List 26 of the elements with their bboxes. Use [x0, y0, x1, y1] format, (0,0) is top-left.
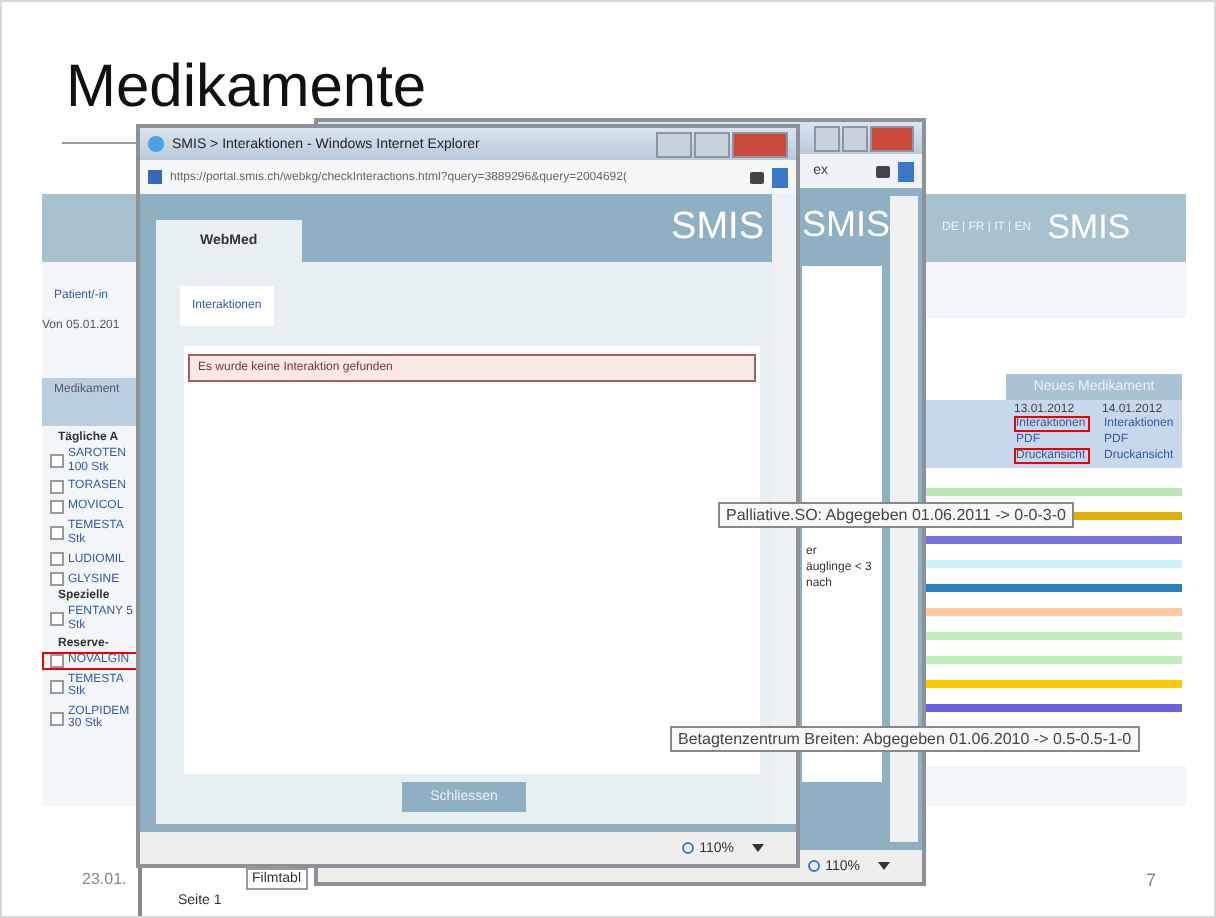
checkbox[interactable]: [50, 612, 64, 627]
magnifier-icon: [681, 842, 694, 854]
window-controls-icon[interactable]: [656, 131, 788, 157]
lock-icon: [750, 171, 764, 183]
caret-icon[interactable]: [878, 862, 890, 870]
magnifier-icon: [807, 860, 820, 872]
checkbox[interactable]: [50, 454, 64, 469]
checkbox[interactable]: [50, 480, 64, 495]
smis-logo: SMIS: [671, 206, 764, 250]
smis-logo: SMIS: [1047, 208, 1131, 248]
checkbox[interactable]: [50, 552, 64, 567]
browser-icon: [148, 136, 164, 152]
lock-icon: [876, 165, 890, 177]
tooltip: Palliative.SO: Abgegeben 01.06.2011 -> 0-0-3-0: [718, 502, 1074, 528]
checkbox[interactable]: [50, 526, 64, 541]
page-number: 7: [1146, 870, 1157, 890]
checkbox[interactable]: [50, 653, 64, 668]
slide-title: Medikamente: [66, 54, 427, 122]
caret-icon[interactable]: [752, 844, 764, 852]
slide-date: 23.01.: [82, 870, 127, 888]
window-controls-icon[interactable]: [814, 125, 914, 151]
checkbox[interactable]: [50, 500, 64, 515]
checkbox[interactable]: [50, 679, 64, 694]
checkbox[interactable]: [50, 572, 64, 587]
tooltip: Betagtenzentrum Breiten: Abgegeben 01.06.2010 -> 0.5-0.5-1-0: [670, 726, 1140, 752]
checkbox[interactable]: [50, 711, 64, 726]
